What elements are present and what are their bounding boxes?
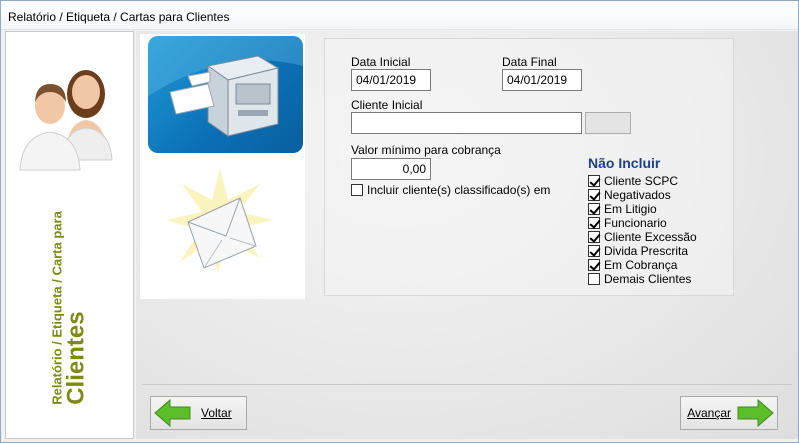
letter-envelope-icon [166,168,274,274]
checkbox-box[interactable] [588,217,600,229]
checkbox-box[interactable] [588,273,600,285]
incluir-classificado-checkbox[interactable]: Incluir cliente(s) classificado(s) em [351,183,550,197]
window-title: Relatório / Etiqueta / Cartas para Clien… [8,10,230,24]
nao-incluir-item-label: Funcionario [604,216,667,230]
cliente-lookup-button[interactable] [585,112,631,134]
window: Relatório / Etiqueta / Cartas para Clien… [0,0,799,443]
valor-minimo-label: Valor mínimo para cobrança [351,143,501,157]
data-final-label: Data Final [502,55,557,69]
checkbox-box[interactable] [588,175,600,187]
arrow-left-icon [154,398,191,428]
checkbox-box[interactable] [588,231,600,243]
nao-incluir-item-label: Em Cobrança [604,258,678,272]
cliente-inicial-field[interactable] [351,112,582,134]
nao-incluir-item[interactable]: Divida Prescrita [588,244,688,258]
arrow-right-icon [737,398,774,428]
nao-incluir-item-label: Demais Clientes [604,272,692,286]
data-inicial-label: Data Inicial [351,55,411,69]
voltar-label: Voltar [201,406,232,420]
nao-incluir-item[interactable]: Demais Clientes [588,272,691,286]
avancar-button[interactable]: Avançar [680,396,778,430]
checkbox-box[interactable] [588,189,600,201]
data-final-field[interactable]: 04/01/2019 [502,69,582,91]
illustration-panel [140,34,305,299]
checkbox-box[interactable] [588,203,600,215]
data-inicial-field[interactable]: 04/01/2019 [351,69,431,91]
main-content: Data Inicial 04/01/2019 Data Final 04/01… [136,31,798,439]
nao-incluir-item[interactable]: Cliente Excessão [588,230,697,244]
sidebar: Relatório / Etiqueta / Carta para Client… [5,31,134,439]
nao-incluir-item-label: Cliente SCPC [604,174,679,188]
nao-incluir-item[interactable]: Negativados [588,188,671,202]
checkbox-box[interactable] [351,184,363,196]
incluir-classificado-label: Incluir cliente(s) classificado(s) em [367,183,551,197]
nao-incluir-item[interactable]: Em Litigio [588,202,657,216]
nao-incluir-item[interactable]: Cliente SCPC [588,174,678,188]
footer-divider [142,384,792,385]
filter-panel: Data Inicial 04/01/2019 Data Final 04/01… [324,38,734,296]
nao-incluir-item[interactable]: Funcionario [588,216,667,230]
sidebar-caption-line2: Clientes [62,311,90,405]
nao-incluir-item-label: Em Litigio [604,202,657,216]
checkbox-box[interactable] [588,245,600,257]
nao-incluir-item-label: Divida Prescrita [604,244,689,258]
valor-minimo-field[interactable]: 0,00 [351,158,431,180]
checkbox-box[interactable] [588,259,600,271]
nao-incluir-item-label: Cliente Excessão [604,230,697,244]
avancar-label: Avançar [687,406,731,420]
nao-incluir-item-label: Negativados [604,188,671,202]
title-bar: Relatório / Etiqueta / Cartas para Clien… [1,1,798,30]
cliente-inicial-label: Cliente Inicial [351,98,423,112]
printer-icon [148,36,303,153]
users-avatar-icon [19,70,113,171]
nao-incluir-title: Não Incluir [588,155,661,171]
voltar-button[interactable]: Voltar [150,396,247,430]
nao-incluir-item[interactable]: Em Cobrança [588,258,677,272]
